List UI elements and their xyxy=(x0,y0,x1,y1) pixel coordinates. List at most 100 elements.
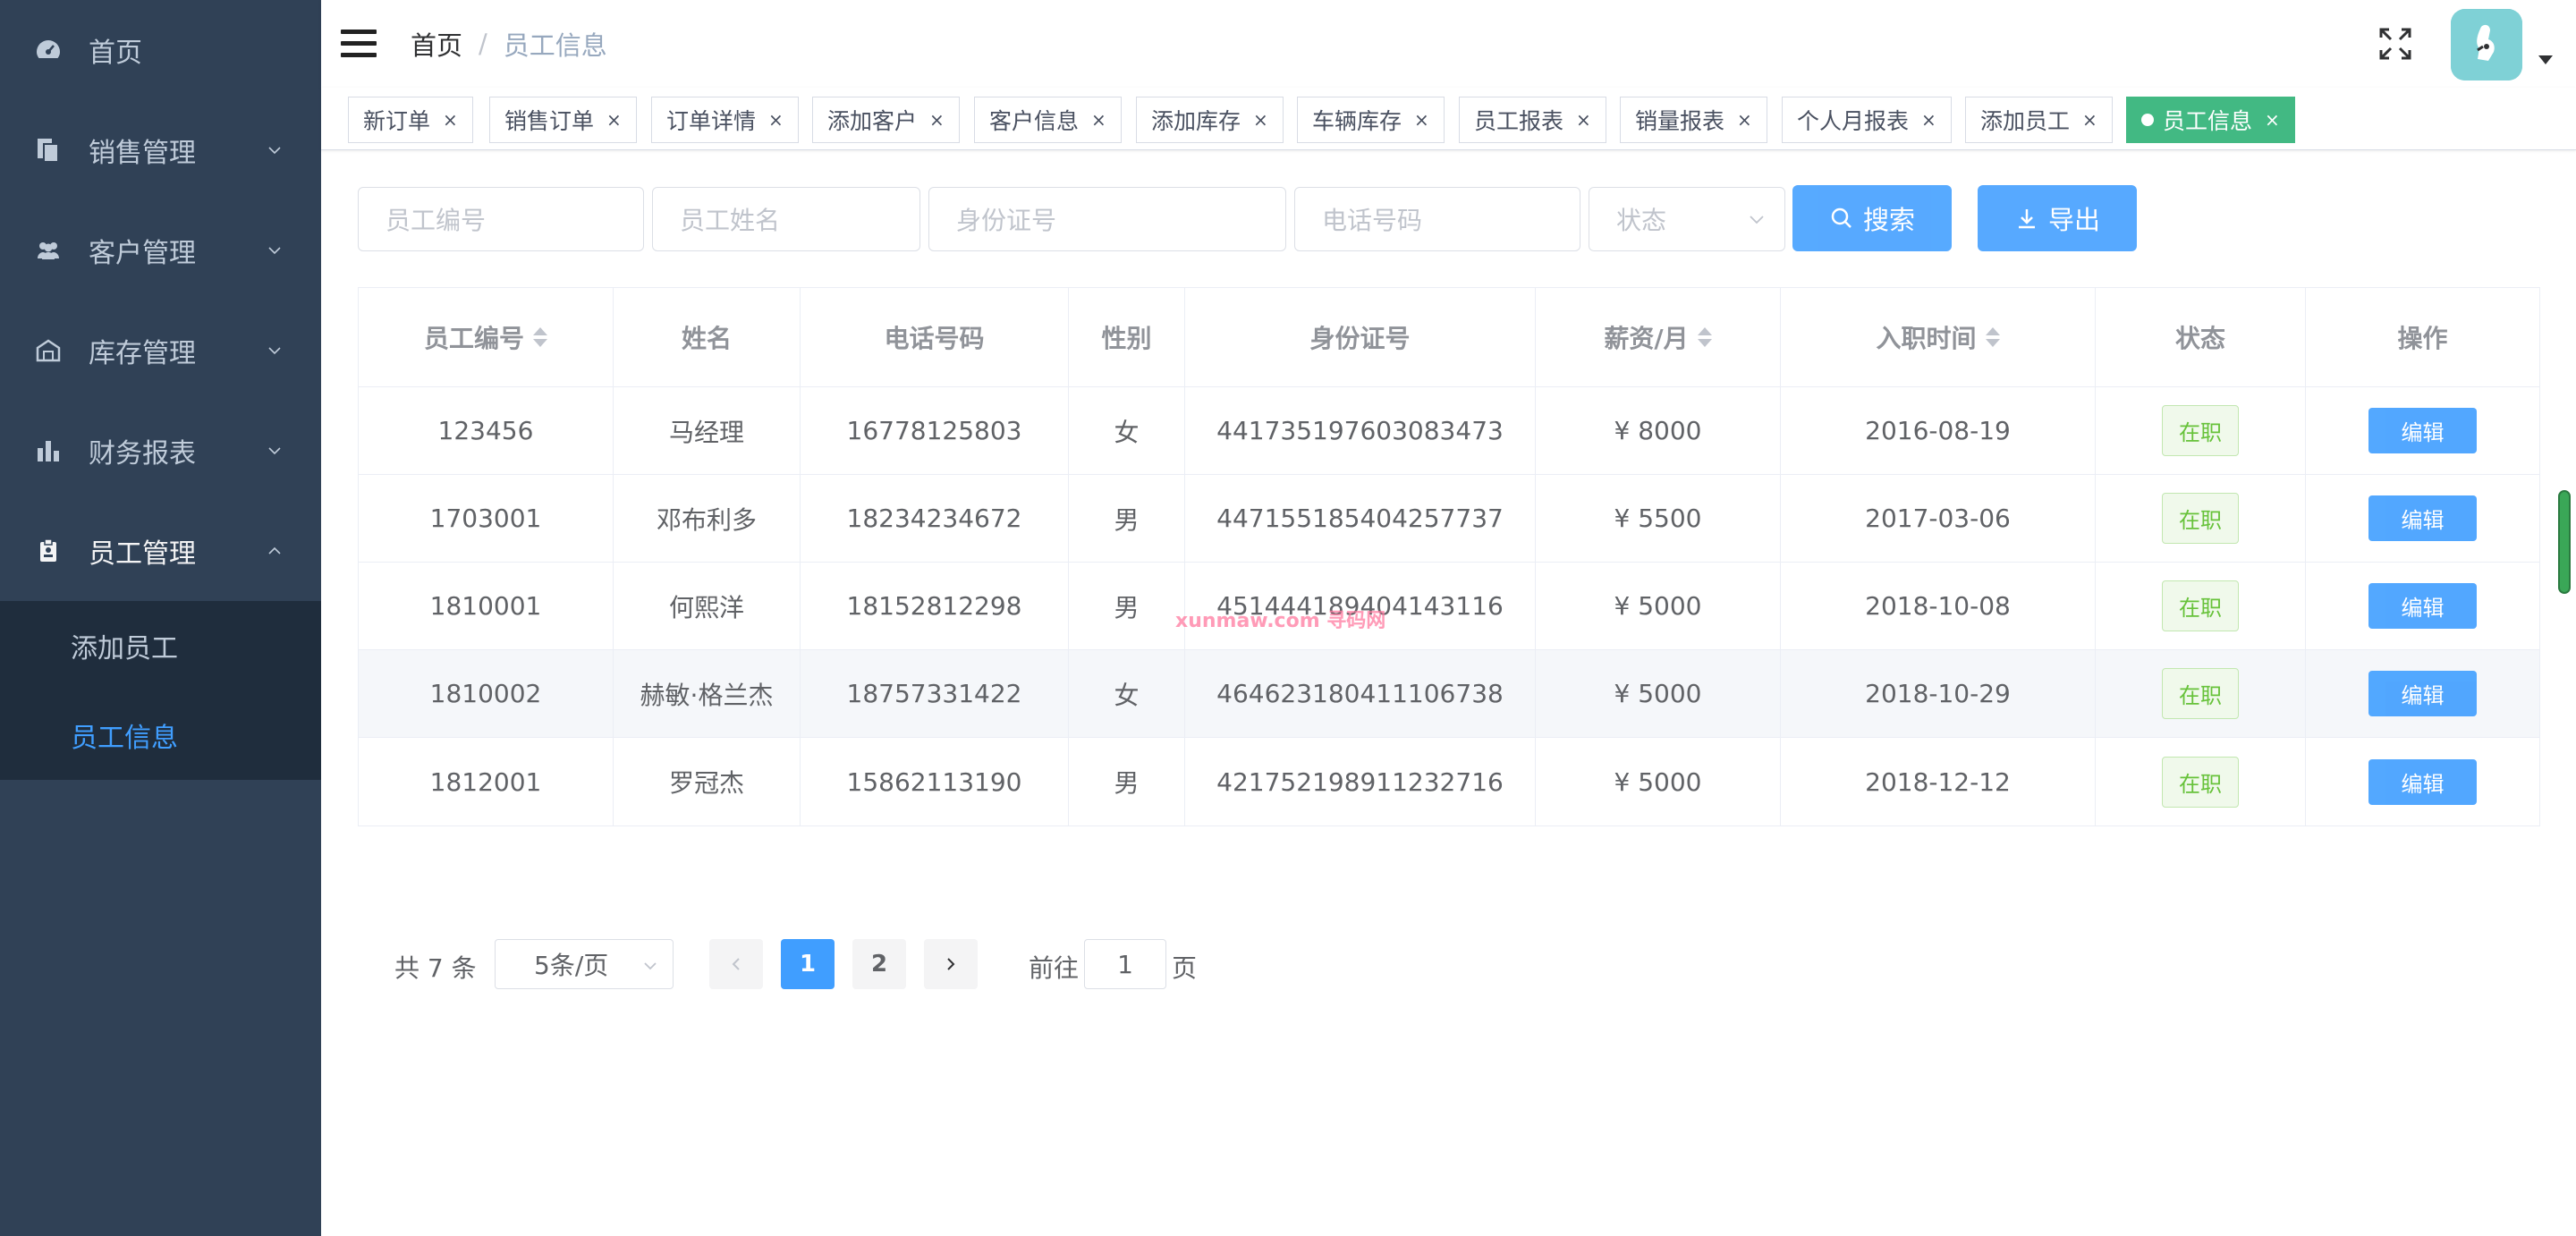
scrollbar-thumb[interactable] xyxy=(2558,490,2571,594)
cell-employee-id: 1810002 xyxy=(359,650,614,737)
chevron-down-icon xyxy=(268,447,281,455)
page-button-2[interactable]: 2 xyxy=(852,939,906,989)
breadcrumb-current: 员工信息 xyxy=(503,30,607,61)
edit-button[interactable]: 编辑 xyxy=(2368,758,2477,805)
fullscreen-icon[interactable] xyxy=(2378,27,2412,61)
column-header: 性别 xyxy=(1069,288,1185,386)
employee-table: 员工编号 姓名 电话号码 性别 身份证号 薪资/月 入职时间 状态 操作 123… xyxy=(358,287,2540,826)
close-icon[interactable]: × xyxy=(1253,109,1268,131)
cell-salary: ¥ 5000 xyxy=(1536,650,1781,737)
cell-hire-date: 2016-08-19 xyxy=(1781,387,2096,474)
id-card-input[interactable]: 身份证号 xyxy=(928,187,1286,251)
tag-add-inventory[interactable]: 添加库存 × xyxy=(1136,97,1284,143)
sidebar-item-finance[interactable]: 财务报表 xyxy=(0,401,321,501)
close-icon[interactable]: × xyxy=(1091,109,1106,131)
search-button-label: 搜索 xyxy=(1862,205,1915,235)
export-button[interactable]: 导出 xyxy=(1978,185,2137,251)
people-icon xyxy=(34,236,63,265)
phone-input[interactable]: 电话号码 xyxy=(1294,187,1580,251)
close-icon[interactable]: × xyxy=(1576,109,1591,131)
tag-label: 个人月报表 xyxy=(1797,108,1910,134)
status-select-placeholder: 状态 xyxy=(1616,206,1667,235)
tag-customer-info[interactable]: 客户信息 × xyxy=(974,97,1122,143)
tag-add-customer[interactable]: 添加客户 × xyxy=(812,97,960,143)
search-button[interactable]: 搜索 xyxy=(1792,185,1952,251)
tag-sales-orders[interactable]: 销售订单 × xyxy=(489,97,637,143)
breadcrumb-home[interactable]: 首页 xyxy=(411,25,462,63)
table-header: 员工编号 姓名 电话号码 性别 身份证号 薪资/月 入职时间 状态 操作 xyxy=(359,288,2539,387)
sidebar-item-employees[interactable]: 员工管理 xyxy=(0,501,321,601)
search-icon xyxy=(1831,207,1852,228)
badge-icon xyxy=(34,537,63,565)
cell-gender: 男 xyxy=(1069,738,1185,825)
column-header: 操作 xyxy=(2306,288,2539,386)
tag-personal-monthly-report[interactable]: 个人月报表 × xyxy=(1782,97,1952,143)
sidebar-item-home[interactable]: 首页 xyxy=(0,0,321,100)
close-icon[interactable]: × xyxy=(2265,109,2280,131)
tag-employee-info[interactable]: 员工信息 × xyxy=(2126,97,2295,143)
page-suffix-label: 页 xyxy=(1172,953,1198,983)
cell-id-card: 421752198911232716 xyxy=(1185,738,1536,825)
edit-button[interactable]: 编辑 xyxy=(2368,583,2477,629)
sort-icon[interactable] xyxy=(1697,327,1712,347)
warehouse-icon xyxy=(34,336,63,365)
close-icon[interactable]: × xyxy=(606,109,622,131)
cell-phone: 18234234672 xyxy=(801,475,1069,562)
sidebar-item-add-employee[interactable]: 添加员工 xyxy=(0,601,321,690)
tag-employee-report[interactable]: 员工报表 × xyxy=(1459,97,1606,143)
close-icon[interactable]: × xyxy=(443,109,458,131)
edit-button[interactable]: 编辑 xyxy=(2368,671,2477,716)
cell-phone: 18152812298 xyxy=(801,563,1069,649)
tag-order-details[interactable]: 订单详情 × xyxy=(651,97,799,143)
employee-id-input[interactable]: 员工编号 xyxy=(358,187,644,251)
sidebar-item-inventory[interactable]: 库存管理 xyxy=(0,301,321,401)
cell-gender: 女 xyxy=(1069,387,1185,474)
column-header: 姓名 xyxy=(614,288,801,386)
column-header[interactable]: 薪资/月 xyxy=(1536,288,1781,386)
close-icon[interactable]: × xyxy=(929,109,945,131)
cell-gender: 女 xyxy=(1069,650,1185,737)
column-header: 身份证号 xyxy=(1185,288,1536,386)
tag-add-employee[interactable]: 添加员工 × xyxy=(1965,97,2113,143)
sidebar-item-sales[interactable]: 销售管理 xyxy=(0,100,321,200)
close-icon[interactable]: × xyxy=(1737,109,1752,131)
sidebar-item-label: 客户管理 xyxy=(89,238,196,269)
avatar[interactable] xyxy=(2451,9,2522,80)
edit-button[interactable]: 编辑 xyxy=(2368,495,2477,541)
avatar-caret-icon[interactable] xyxy=(2538,55,2553,64)
edit-button[interactable]: 编辑 xyxy=(2368,408,2477,453)
column-header[interactable]: 员工编号 xyxy=(359,288,614,386)
next-page-button[interactable] xyxy=(924,939,978,989)
chevron-up-icon xyxy=(268,546,281,555)
sidebar-item-employee-info[interactable]: 员工信息 xyxy=(0,690,321,780)
prev-page-button[interactable] xyxy=(709,939,763,989)
employee-name-input[interactable]: 员工姓名 xyxy=(652,187,920,251)
goto-page-input[interactable]: 1 xyxy=(1084,939,1166,989)
status-select[interactable]: 状态 xyxy=(1589,187,1785,251)
tag-vehicle-inventory[interactable]: 车辆库存 × xyxy=(1297,97,1445,143)
sort-icon[interactable] xyxy=(533,327,547,347)
close-icon[interactable]: × xyxy=(768,109,784,131)
watermark: xunmaw.com 寻码网 xyxy=(1175,610,1386,632)
status-badge: 在职 xyxy=(2162,668,2239,719)
page-size-select[interactable]: 5条/页 xyxy=(495,939,674,989)
cell-hire-date: 2018-12-12 xyxy=(1781,738,2096,825)
tags-view: 新订单 × 销售订单 × 订单详情 × 添加客户 × 客户信息 × 添加库存 × 车辆库存 ×… xyxy=(321,88,2576,150)
cell-id-card: 464623180411106738 xyxy=(1185,650,1536,737)
close-icon[interactable]: × xyxy=(1921,109,1936,131)
bar-chart-icon xyxy=(34,436,63,465)
tag-new-order[interactable]: 新订单 × xyxy=(348,97,473,143)
dashboard-icon xyxy=(34,36,63,64)
hamburger-icon[interactable] xyxy=(341,30,377,58)
sort-icon[interactable] xyxy=(1985,327,2000,347)
cell-phone: 15862113190 xyxy=(801,738,1069,825)
close-icon[interactable]: × xyxy=(1414,109,1429,131)
sidebar-item-label: 库存管理 xyxy=(89,338,196,369)
page-button-1[interactable]: 1 xyxy=(781,939,835,989)
column-header[interactable]: 入职时间 xyxy=(1781,288,2096,386)
close-icon[interactable]: × xyxy=(2082,109,2097,131)
sidebar-item-customers[interactable]: 客户管理 xyxy=(0,200,321,301)
cell-action: 编辑 xyxy=(2306,738,2539,825)
breadcrumb-separator: / xyxy=(479,29,487,59)
tag-sales-report[interactable]: 销量报表 × xyxy=(1620,97,1767,143)
